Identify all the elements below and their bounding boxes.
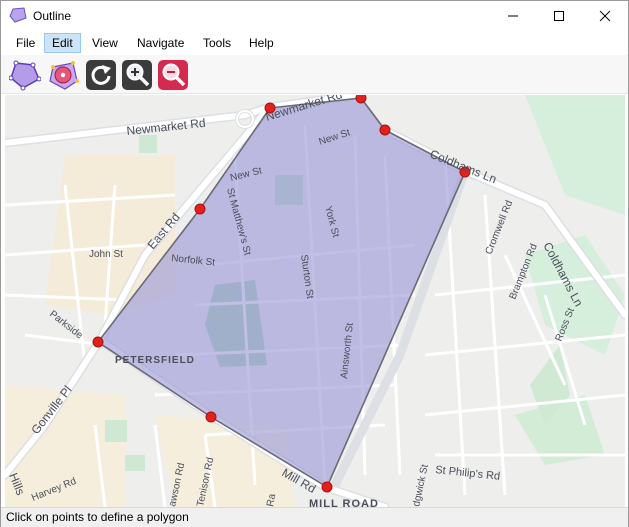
vertex-point[interactable] (321, 481, 333, 493)
menu-bar: File Edit View Navigate Tools Help (1, 32, 628, 54)
menu-tools[interactable]: Tools (196, 34, 238, 52)
vertex-point[interactable] (379, 124, 391, 136)
label-ra: Ra (265, 493, 278, 507)
label-john-st: John St (89, 249, 123, 260)
toolbar (1, 55, 628, 94)
minimize-button[interactable] (490, 1, 536, 31)
polygon-tool-button[interactable] (9, 59, 41, 91)
status-bar: Click on points to define a polygon (1, 507, 628, 527)
zoom-in-tool-button[interactable] (121, 59, 153, 91)
minimize-icon (508, 15, 518, 17)
window-title: Outline (33, 9, 72, 23)
map-view[interactable]: Newmarket Rd Newmarket Rd Coldhams Ln Ne… (5, 95, 625, 507)
close-button[interactable] (582, 1, 628, 31)
vertex-point[interactable] (194, 203, 206, 215)
menu-file[interactable]: File (9, 34, 42, 52)
app-window: Outline File Edit View Navigate Tools He… (0, 0, 629, 527)
label-mill-road: MILL ROAD (309, 498, 379, 507)
map-canvas[interactable]: Newmarket Rd Newmarket Rd Coldhams Ln Ne… (5, 95, 625, 507)
zoom-out-tool-button[interactable] (157, 59, 189, 91)
vertex-point[interactable] (92, 336, 104, 348)
status-text: Click on points to define a polygon (6, 510, 189, 524)
close-icon (599, 10, 611, 22)
point-tool-button[interactable] (47, 59, 79, 91)
refresh-tool-button[interactable] (85, 59, 117, 91)
app-icon (9, 7, 27, 23)
title-bar: Outline (1, 1, 628, 31)
maximize-icon (554, 11, 564, 21)
label-petersfield: PETERSFIELD (115, 355, 195, 366)
vertex-point[interactable] (205, 411, 217, 423)
menu-navigate[interactable]: Navigate (130, 34, 191, 52)
menu-view[interactable]: View (85, 34, 125, 52)
menu-help[interactable]: Help (242, 34, 281, 52)
maximize-button[interactable] (536, 1, 582, 31)
vertex-point[interactable] (355, 95, 367, 104)
menu-edit[interactable]: Edit (44, 33, 81, 53)
